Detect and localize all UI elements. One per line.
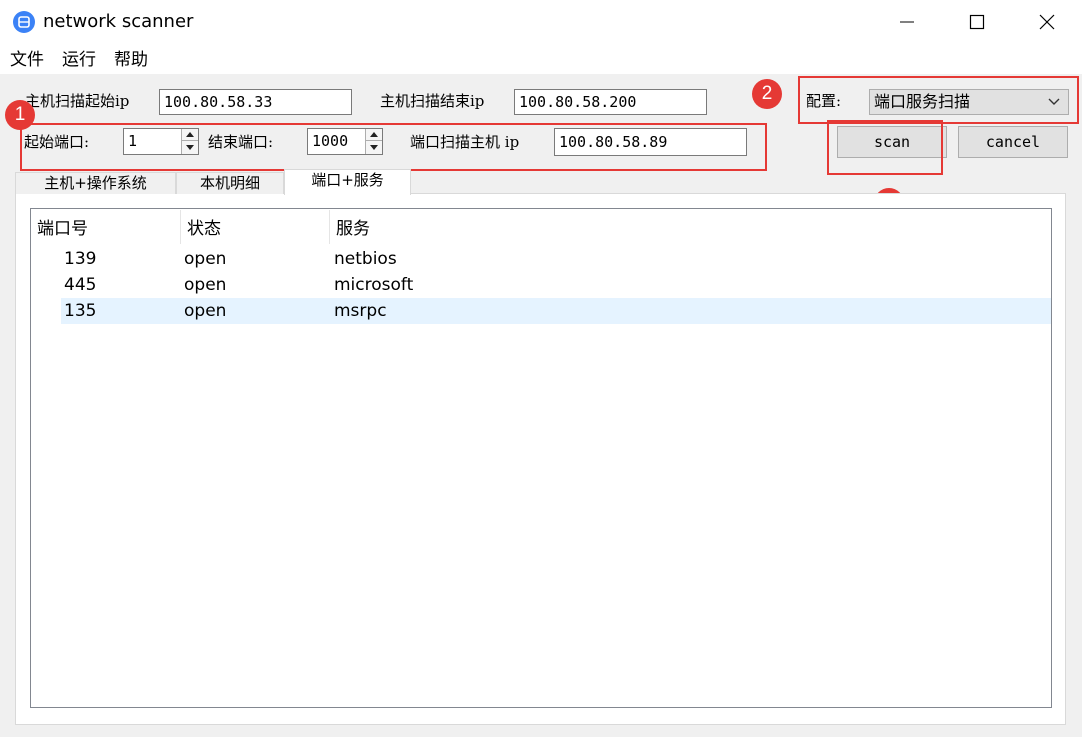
column-header-service[interactable]: 服务 [336, 218, 370, 240]
cell-state: open [184, 301, 227, 321]
tab-host-os[interactable]: 主机+操作系统 [15, 172, 176, 194]
cell-service: netbios [334, 249, 397, 269]
minimize-button[interactable] [876, 0, 938, 44]
close-icon [1039, 14, 1055, 30]
maximize-button[interactable] [946, 0, 1008, 44]
cell-port: 445 [64, 275, 97, 295]
column-separator [329, 210, 330, 244]
menu-file[interactable]: 文件 [10, 49, 44, 71]
table-row-selected[interactable]: 135 open msrpc [61, 298, 1051, 324]
cancel-button[interactable]: cancel [958, 126, 1068, 158]
cell-state: open [184, 249, 227, 269]
cell-state: open [184, 275, 227, 295]
menu-run[interactable]: 运行 [62, 49, 96, 71]
tab-local-details[interactable]: 本机明细 [176, 172, 284, 194]
annotation-box-2 [798, 76, 1079, 124]
table-row[interactable]: 139 open netbios [61, 246, 1051, 272]
column-separator [180, 210, 181, 244]
cell-port: 135 [64, 301, 97, 321]
host-start-ip-input[interactable]: 100.80.58.33 [159, 89, 352, 115]
menu-help[interactable]: 帮助 [114, 49, 148, 71]
cell-service: microsoft [334, 275, 414, 295]
annotation-box-3 [827, 120, 943, 175]
close-button[interactable] [1016, 0, 1078, 44]
window-title: network scanner [43, 11, 194, 32]
host-start-ip-label: 主机扫描起始ip [25, 92, 130, 110]
cell-port: 139 [64, 249, 97, 269]
annotation-marker-2: 2 [752, 79, 782, 109]
annotation-box-1 [20, 123, 767, 171]
minimize-icon [900, 21, 914, 23]
maximize-icon [969, 14, 985, 30]
host-end-ip-input[interactable]: 100.80.58.200 [514, 89, 707, 115]
cell-service: msrpc [334, 301, 387, 321]
app-icon [13, 11, 35, 33]
annotation-marker-1: 1 [5, 100, 35, 130]
menu-bar [0, 44, 1082, 74]
column-header-port[interactable]: 端口号 [37, 218, 88, 240]
table-row[interactable]: 445 open microsoft [61, 272, 1051, 298]
tab-port-service[interactable]: 端口+服务 [284, 169, 411, 195]
column-header-state[interactable]: 状态 [187, 218, 221, 240]
host-end-ip-label: 主机扫描结束ip [380, 92, 485, 110]
